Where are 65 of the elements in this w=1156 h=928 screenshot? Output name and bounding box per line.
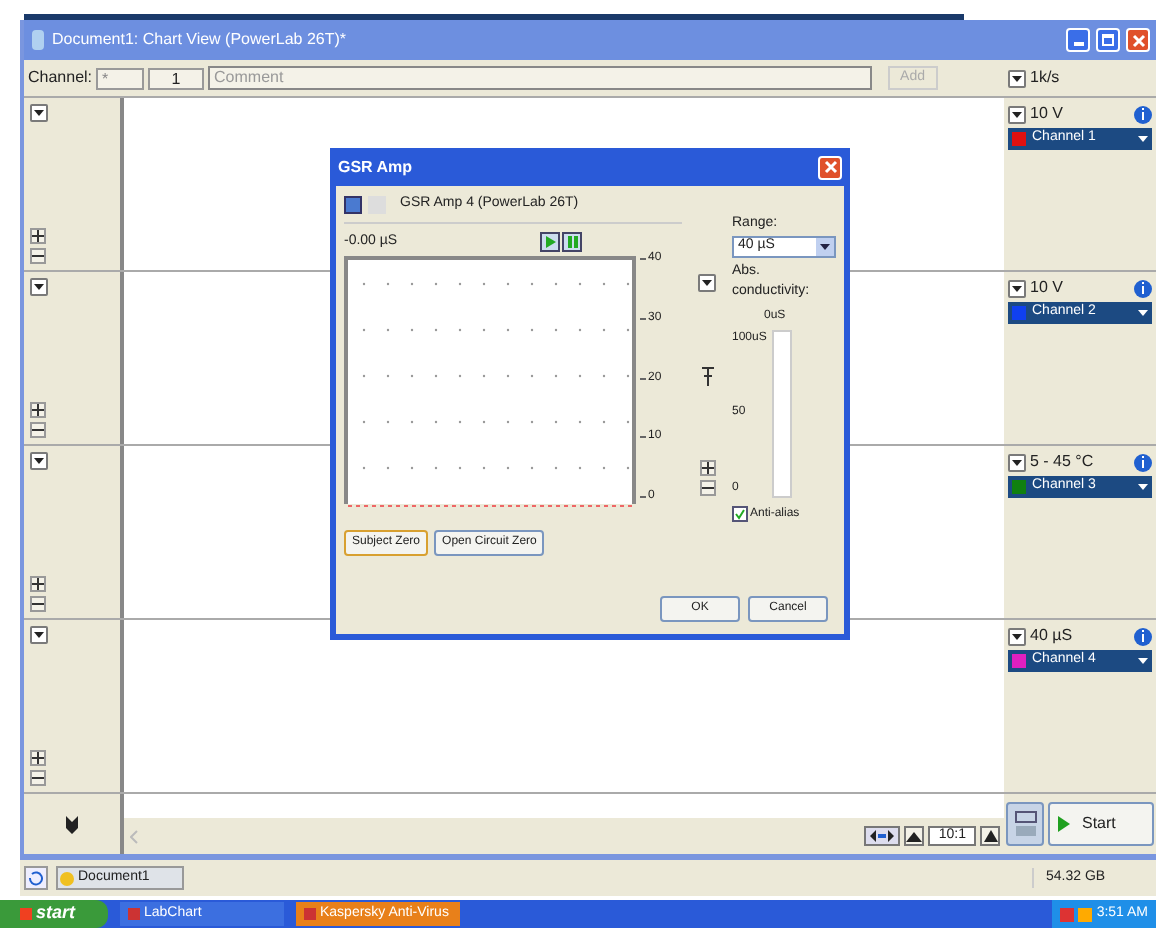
rate-dropdown-icon[interactable] — [1008, 69, 1026, 87]
zoom-in-icon[interactable] — [699, 460, 716, 476]
start-menu-button[interactable]: start — [0, 900, 108, 928]
start-button[interactable]: Start — [1048, 802, 1154, 846]
zoom-in-icon[interactable] — [30, 576, 46, 592]
page-field[interactable]: 1 — [148, 67, 205, 89]
close-icon — [1131, 33, 1145, 47]
caret-icon — [1138, 658, 1148, 664]
range-dropdown-icon[interactable] — [1008, 453, 1026, 471]
play-icon — [1058, 816, 1070, 832]
close-icon — [823, 160, 837, 174]
maximize-button[interactable] — [1096, 28, 1120, 52]
checkmark-icon — [734, 508, 746, 520]
channel-menu-icon[interactable] — [30, 104, 48, 122]
play-button[interactable] — [540, 231, 561, 252]
window-title: Document1: Chart View (PowerLab 26T)* — [52, 28, 347, 52]
caret-icon — [1138, 136, 1148, 142]
caret-icon — [1138, 310, 1148, 316]
close-button[interactable] — [1126, 28, 1150, 52]
tick-mark — [640, 317, 646, 320]
channel-range[interactable]: 10 V — [1030, 102, 1063, 126]
dialog-title: GSR Amp — [338, 155, 413, 179]
marker-icon[interactable] — [64, 814, 80, 834]
minimize-button[interactable] — [1066, 28, 1090, 52]
tick-mark — [640, 436, 646, 439]
peak-button[interactable] — [980, 826, 1000, 846]
dropdown-arrow-icon[interactable] — [698, 274, 717, 292]
app-icon — [30, 30, 46, 50]
back-icon[interactable] — [344, 195, 362, 214]
tick-mark — [640, 258, 646, 260]
info-icon[interactable] — [1134, 279, 1152, 297]
zoom-out-icon[interactable] — [30, 770, 46, 786]
channel-label: Channel: — [28, 66, 93, 90]
channel-menu-icon[interactable] — [30, 626, 48, 644]
layout-button[interactable] — [1006, 802, 1044, 846]
zoom-out-icon[interactable] — [30, 248, 46, 264]
channel-range[interactable]: 40 µS — [1030, 624, 1073, 648]
compress-button[interactable] — [864, 826, 901, 846]
info-icon[interactable] — [1134, 105, 1152, 123]
zoom-out-icon[interactable] — [30, 596, 46, 612]
zoom-in-icon[interactable] — [30, 750, 46, 766]
channel-range[interactable]: 10 V — [1030, 276, 1063, 300]
layout-icon — [1013, 810, 1037, 838]
info-icon[interactable] — [1134, 453, 1152, 471]
zoom-in-icon[interactable] — [30, 228, 46, 244]
close-button[interactable] — [818, 155, 842, 179]
comment-field[interactable]: Comment — [208, 66, 873, 90]
caret-icon — [1138, 484, 1148, 490]
refresh-icon[interactable] — [24, 866, 48, 890]
sample-rate[interactable]: 1k/s — [1030, 66, 1060, 90]
range-dropdown-icon[interactable] — [1008, 105, 1026, 123]
zoom-out-icon[interactable] — [699, 480, 716, 496]
channel-menu-icon[interactable] — [30, 452, 48, 470]
scale-icon[interactable] — [701, 366, 714, 386]
channel-range[interactable]: 5 - 45 °C — [1030, 450, 1094, 474]
waveform-button[interactable] — [904, 826, 925, 846]
channel-menu-icon[interactable] — [30, 278, 48, 296]
dropdown-arrow-icon — [816, 237, 834, 255]
tick-mark — [640, 496, 646, 498]
range-dropdown-icon[interactable] — [1008, 627, 1026, 645]
zoom-out-icon[interactable] — [30, 422, 46, 438]
zoom-in-icon[interactable] — [30, 402, 46, 418]
range-dropdown-icon[interactable] — [1008, 279, 1026, 297]
pause-button[interactable] — [562, 231, 583, 252]
info-icon[interactable] — [1134, 627, 1152, 645]
